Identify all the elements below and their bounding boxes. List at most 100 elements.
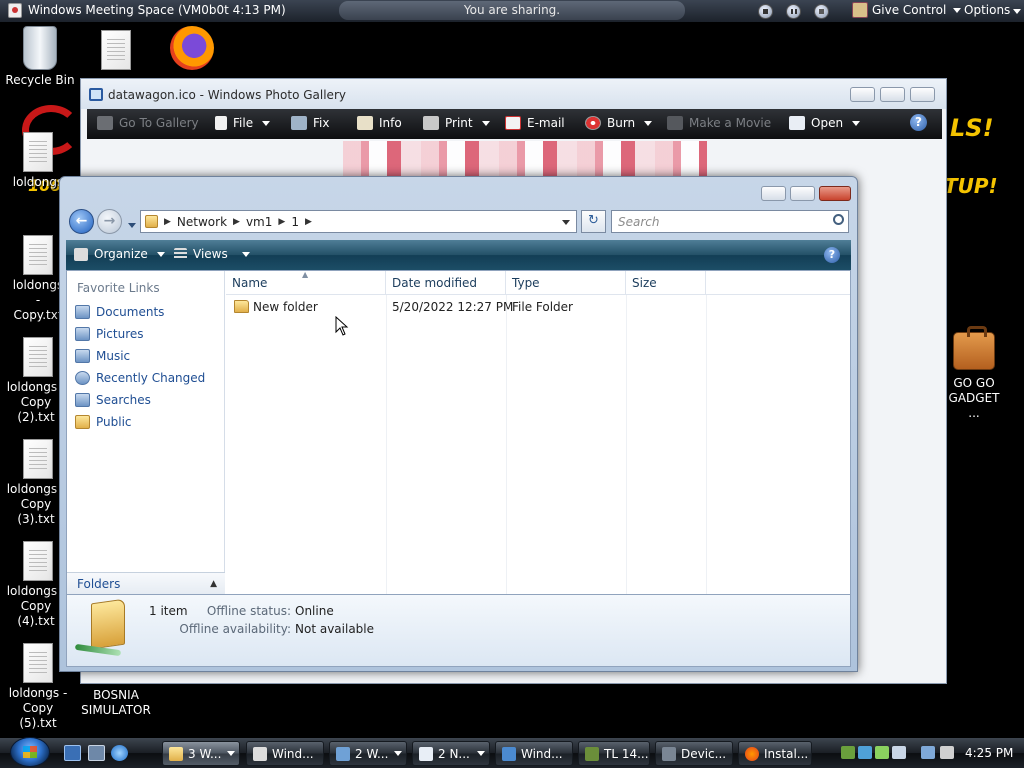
taskbar-clock[interactable]: 4:25 PM bbox=[965, 746, 1013, 760]
organize-menu-button[interactable]: Organize bbox=[74, 247, 165, 261]
search-icon[interactable] bbox=[833, 214, 844, 225]
taskbar-button-label: TL 14... bbox=[604, 746, 649, 761]
taskbar-button-explorer-group[interactable]: 3 W... bbox=[162, 741, 240, 766]
minimize-button[interactable] bbox=[761, 186, 786, 201]
open-menu-button[interactable]: Open bbox=[789, 116, 861, 130]
desktop-icon-label: loldongs - Copy (5).txt bbox=[8, 686, 68, 730]
breadcrumb-1[interactable]: 1 bbox=[291, 215, 299, 229]
desktop-icon-firefox[interactable] bbox=[152, 26, 232, 70]
minimize-button[interactable] bbox=[850, 87, 875, 102]
taskbar-button-firefox-installer[interactable]: Instal... bbox=[738, 741, 812, 766]
stop-sharing-icon[interactable] bbox=[758, 4, 773, 19]
column-header-size[interactable]: Size bbox=[626, 271, 706, 295]
table-row[interactable]: New folder 5/20/2022 12:27 PM File Folde… bbox=[226, 298, 850, 316]
volume-muted-icon[interactable] bbox=[940, 746, 954, 759]
print-label: Print bbox=[445, 116, 473, 130]
file-name-cell[interactable]: New folder bbox=[234, 298, 318, 316]
taskbar-button-minecraft[interactable]: TL 14... bbox=[578, 741, 650, 766]
favorite-link-pictures[interactable]: Pictures bbox=[75, 327, 144, 341]
breadcrumb-vm1[interactable]: vm1 bbox=[246, 215, 272, 229]
network-tray-icon[interactable] bbox=[921, 746, 935, 759]
column-header-date-modified[interactable]: Date modified bbox=[386, 271, 506, 295]
help-icon[interactable]: ? bbox=[824, 247, 840, 263]
show-desktop-icon[interactable] bbox=[64, 745, 81, 761]
options-menu[interactable]: Options bbox=[964, 3, 1022, 17]
folder-icon bbox=[234, 300, 249, 313]
recent-pages-chevron-icon[interactable] bbox=[125, 217, 136, 231]
taskbar-button-meeting-space[interactable]: Wind... bbox=[246, 741, 324, 766]
folders-label: Folders bbox=[77, 576, 121, 591]
device-manager-icon bbox=[662, 746, 676, 761]
desktop-icon-document[interactable] bbox=[76, 30, 156, 73]
offline-availability-label: Offline availability: bbox=[179, 622, 291, 636]
start-button[interactable] bbox=[10, 737, 50, 767]
chevron-down-icon bbox=[477, 751, 485, 756]
favorite-link-searches[interactable]: Searches bbox=[75, 393, 151, 407]
favorite-link-music[interactable]: Music bbox=[75, 349, 130, 363]
go-to-gallery-button[interactable]: Go To Gallery bbox=[97, 116, 199, 130]
desktop-icon-bosnia-simulator[interactable]: BOSNIA SIMULATOR bbox=[76, 688, 156, 718]
favorite-link-recently-changed[interactable]: Recently Changed bbox=[75, 371, 205, 385]
info-button[interactable]: Info bbox=[357, 116, 402, 130]
close-button[interactable] bbox=[910, 87, 935, 102]
views-menu-button[interactable]: Views bbox=[174, 247, 250, 261]
desktop-icon-recycle-bin[interactable]: Recycle Bin bbox=[0, 26, 80, 88]
column-header-type[interactable]: Type bbox=[506, 271, 626, 295]
taskbar-button-notepad-group[interactable]: 2 N... bbox=[412, 741, 490, 766]
shared-window-icon[interactable] bbox=[814, 4, 829, 19]
internet-explorer-icon[interactable] bbox=[111, 745, 128, 761]
close-button[interactable] bbox=[819, 186, 851, 201]
taskbar-button-windows-group[interactable]: 2 W... bbox=[329, 741, 407, 766]
organize-icon bbox=[74, 247, 88, 261]
update-tray-icon[interactable] bbox=[875, 746, 889, 759]
details-pane: 1 item Offline status: Online Offline av… bbox=[66, 595, 851, 667]
email-icon bbox=[505, 116, 521, 130]
back-button[interactable]: ← bbox=[69, 209, 94, 234]
firefox-icon bbox=[170, 26, 214, 70]
firefox-icon bbox=[745, 746, 759, 761]
favorite-link-label: Documents bbox=[96, 305, 165, 319]
maximize-button[interactable] bbox=[880, 87, 905, 102]
email-button[interactable]: E-mail bbox=[505, 116, 565, 130]
search-input[interactable]: Search bbox=[611, 210, 849, 233]
text-file-icon bbox=[23, 337, 53, 377]
sync-center-tray-icon[interactable] bbox=[858, 746, 872, 759]
taskbar-button-device-manager[interactable]: Devic... bbox=[655, 741, 733, 766]
breadcrumb-network[interactable]: Network bbox=[177, 215, 227, 229]
forward-button[interactable]: → bbox=[97, 209, 122, 234]
chevron-down-icon bbox=[394, 751, 402, 756]
views-label: Views bbox=[193, 247, 228, 261]
explorer-window: ← → ▶ Network ▶ vm1 ▶ 1 ▶ ↻ Search Organ… bbox=[59, 176, 858, 672]
photo-gallery-titlebar[interactable]: datawagon.ico - Windows Photo Gallery bbox=[81, 79, 946, 109]
breadcrumb[interactable]: ▶ Network ▶ vm1 ▶ 1 ▶ bbox=[140, 210, 577, 233]
folders-toggle[interactable]: Folders ▲ bbox=[67, 572, 225, 594]
fix-button[interactable]: Fix bbox=[291, 116, 329, 130]
favorite-link-public[interactable]: Public bbox=[75, 415, 132, 429]
refresh-button[interactable]: ↻ bbox=[581, 210, 606, 233]
give-control-icon bbox=[852, 2, 868, 18]
column-header-name[interactable]: Name ▲ bbox=[226, 271, 386, 295]
print-menu-button[interactable]: Print bbox=[423, 116, 490, 130]
pause-sharing-icon[interactable] bbox=[786, 4, 801, 19]
file-list: Name ▲ Date modified Type Size New folde… bbox=[226, 271, 850, 594]
taskbar-button-photo-gallery[interactable]: Wind... bbox=[495, 741, 573, 766]
maximize-button[interactable] bbox=[790, 186, 815, 201]
chevron-down-icon bbox=[852, 120, 861, 126]
meeting-space-tray-icon[interactable] bbox=[841, 746, 855, 759]
file-menu-button[interactable]: File bbox=[215, 116, 271, 130]
favorite-link-documents[interactable]: Documents bbox=[75, 305, 164, 319]
taskbar-button-label: 3 W... bbox=[188, 746, 222, 761]
desktop-icon-label: GO GO GADGET ... bbox=[948, 376, 1000, 420]
make-a-movie-button[interactable]: Make a Movie bbox=[667, 116, 771, 130]
breadcrumb-separator-icon: ▶ bbox=[304, 216, 312, 227]
chevron-down-icon bbox=[227, 751, 235, 756]
address-dropdown-icon[interactable] bbox=[562, 220, 570, 225]
burn-menu-button[interactable]: Burn bbox=[585, 116, 653, 130]
give-control-menu[interactable]: Give Control bbox=[852, 2, 962, 18]
switch-windows-icon[interactable] bbox=[88, 745, 105, 761]
open-icon bbox=[789, 116, 805, 130]
offline-availability-value: Not available bbox=[295, 622, 375, 636]
security-tray-icon[interactable] bbox=[892, 746, 906, 759]
help-icon[interactable]: ? bbox=[910, 114, 927, 131]
open-label: Open bbox=[811, 116, 844, 130]
